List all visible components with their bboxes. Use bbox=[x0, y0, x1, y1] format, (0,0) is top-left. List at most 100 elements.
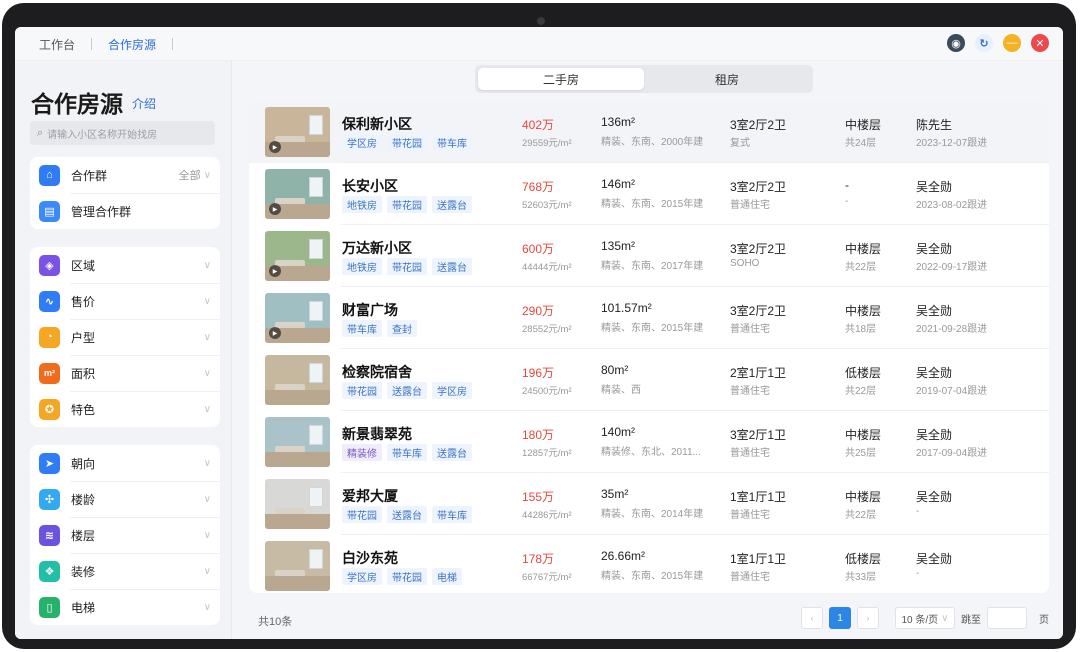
sidebar-item-manage-group[interactable]: ▤ 管理合作群 bbox=[30, 193, 220, 229]
listing-name[interactable]: 爱邦大厦 bbox=[342, 486, 398, 506]
photo-window bbox=[309, 301, 323, 321]
listing-area: 80m² bbox=[601, 363, 629, 377]
sidebar-item-group[interactable]: ⌂ 合作群 全部 ∨ bbox=[30, 157, 220, 193]
play-icon[interactable]: ▶ bbox=[269, 203, 281, 215]
floor-level: 中楼层 bbox=[845, 428, 882, 442]
photo-window bbox=[309, 363, 323, 383]
listing-photo[interactable]: ▶ bbox=[265, 231, 330, 281]
feature-tag: 地铁房 bbox=[342, 258, 382, 275]
listing-area: 140m² bbox=[601, 425, 636, 439]
filter-label: 楼龄 bbox=[71, 492, 96, 507]
listing-name[interactable]: 长安小区 bbox=[342, 176, 398, 196]
refresh-icon[interactable]: ↻ bbox=[975, 34, 993, 52]
listing-name[interactable]: 白沙东苑 bbox=[342, 548, 398, 568]
filter-area[interactable]: m² 面积 ∨ bbox=[30, 355, 220, 391]
listing-name[interactable]: 万达新小区 bbox=[342, 238, 412, 258]
listing-photo[interactable] bbox=[265, 479, 330, 529]
listing-name[interactable]: 保利新小区 bbox=[342, 114, 412, 134]
chevron-down-icon: ∨ bbox=[203, 457, 211, 469]
listing-row[interactable]: 爱邦大厦 带花园 送露台 带车库 155万 44286元/m² 35m² 精装、东南、2014… bbox=[249, 473, 1049, 535]
feature-tag: 电梯 bbox=[432, 568, 462, 585]
play-icon[interactable]: ▶ bbox=[269, 141, 281, 153]
page-size-select[interactable]: 10 条/页 ∨ bbox=[895, 607, 955, 629]
listing-area: 135m² bbox=[601, 239, 636, 253]
listing-photo[interactable]: ▶ bbox=[265, 293, 330, 343]
page-title: 合作房源 bbox=[31, 91, 123, 117]
listing-row[interactable]: ▶ 万达新小区 地铁房 带花园 送露台 600万 44444元/m² 135m² 精装、东南、2… bbox=[249, 225, 1049, 287]
filter-district[interactable]: ◈ 区域 ∨ bbox=[30, 247, 220, 283]
main-content: 二手房 租房 ▶ 保利新小区 学区房 带花园 带车库 402万 29559元/m² 136m²… bbox=[232, 61, 1063, 639]
group-manage-icon: ▤ bbox=[39, 200, 60, 222]
listing-row[interactable]: ▶ 保利新小区 学区房 带花园 带车库 402万 29559元/m² 136m² 精装、东南、2… bbox=[249, 101, 1049, 163]
feature-tag: 送露台 bbox=[387, 506, 427, 523]
filter-price[interactable]: ∿ 售价 ∨ bbox=[30, 283, 220, 319]
feature-tag: 带车库 bbox=[387, 444, 427, 461]
play-icon[interactable]: ▶ bbox=[269, 327, 281, 339]
filter-card-primary: ◈ 区域 ∨ ∿ 售价 ∨ ◔ 户型 ∨ m² 面积 ∨ ✪ 特色 ∨ bbox=[30, 247, 220, 427]
unit-price: 29559元/m² bbox=[522, 138, 572, 149]
tab-rental[interactable]: 租房 bbox=[644, 68, 810, 90]
floor-level: 低楼层 bbox=[845, 366, 882, 380]
agent-name: 吴全勋 bbox=[916, 242, 953, 256]
page-unit-label: 页 bbox=[1039, 614, 1049, 626]
decoration-info: 精装、东南、2015年建 bbox=[601, 199, 704, 210]
listing-row[interactable]: ▶ 长安小区 地铁房 带花园 送露台 768万 52603元/m² 146m² 精装、东南、20… bbox=[249, 163, 1049, 225]
unit-price: 28552元/m² bbox=[522, 324, 572, 335]
total-count: 共10条 bbox=[258, 616, 293, 628]
listing-photo[interactable] bbox=[265, 417, 330, 467]
sidebar-item-label: 合作群 bbox=[71, 168, 108, 183]
globe-icon[interactable]: ◉ bbox=[947, 34, 965, 52]
listing-area: 26.66m² bbox=[601, 549, 646, 563]
play-icon[interactable]: ▶ bbox=[269, 265, 281, 277]
total-floors: 共22层 bbox=[845, 386, 877, 397]
filter-orientation[interactable]: ➤ 朝向 ∨ bbox=[30, 445, 220, 481]
decoration-info: 精装、东南、2014年建 bbox=[601, 509, 704, 520]
listing-row[interactable]: 检察院宿舍 带花园 送露台 学区房 196万 24500元/m² 80m² 精装、西 2室1厅1… bbox=[249, 349, 1049, 411]
listing-row[interactable]: 新景翡翠苑 精装修 带车库 送露台 180万 12857元/m² 140m² 精装修、东北、2… bbox=[249, 411, 1049, 473]
next-page-button[interactable]: › bbox=[857, 607, 879, 629]
listing-row[interactable]: 白沙东苑 学区房 带花园 电梯 178万 66767元/m² 26.66m² 精装、东南、20… bbox=[249, 535, 1049, 593]
filter-building-age[interactable]: ✣ 楼龄 ∨ bbox=[30, 481, 220, 517]
listing-name[interactable]: 新景翡翠苑 bbox=[342, 424, 412, 444]
filter-elevator[interactable]: ▯ 电梯 ∨ bbox=[30, 589, 220, 625]
nav-cooperative-listings[interactable]: 合作房源 bbox=[108, 36, 156, 53]
nav-workbench[interactable]: 工作台 bbox=[39, 36, 75, 53]
filter-decoration[interactable]: ❖ 装修 ∨ bbox=[30, 553, 220, 589]
app-window: 工作台 合作房源 ◉ ↻ — ✕ 合作房源 介绍 ⌕ 请输入小区名称开始找房 ⌂… bbox=[15, 27, 1063, 639]
close-icon[interactable]: ✕ bbox=[1031, 34, 1049, 52]
feature-tag: 学区房 bbox=[342, 134, 382, 151]
filter-floor[interactable]: ≋ 楼层 ∨ bbox=[30, 517, 220, 553]
listing-photo[interactable] bbox=[265, 541, 330, 591]
page-number-button[interactable]: 1 bbox=[829, 607, 851, 629]
feature-tag: 学区房 bbox=[432, 382, 472, 399]
listing-price: 402万 bbox=[522, 118, 555, 132]
listing-name[interactable]: 检察院宿舍 bbox=[342, 362, 412, 382]
agent-name: 吴全勋 bbox=[916, 366, 953, 380]
listing-area: 101.57m² bbox=[601, 301, 652, 315]
listing-price: 196万 bbox=[522, 366, 555, 380]
agent-name: 陈先生 bbox=[916, 118, 953, 132]
feature-tag: 学区房 bbox=[342, 568, 382, 585]
chevron-down-icon: ∨ bbox=[203, 367, 211, 379]
search-input[interactable]: ⌕ 请输入小区名称开始找房 bbox=[30, 121, 215, 145]
intro-link[interactable]: 介绍 bbox=[132, 95, 156, 112]
filter-label: 区域 bbox=[71, 258, 96, 273]
unit-price: 44444元/m² bbox=[522, 262, 572, 273]
listing-row[interactable]: ▶ 财富广场 带车库 查封 290万 28552元/m² 101.57m² 精装、东南、201… bbox=[249, 287, 1049, 349]
listing-photo[interactable]: ▶ bbox=[265, 107, 330, 157]
prev-page-button[interactable]: ‹ bbox=[801, 607, 823, 629]
listing-photo[interactable]: ▶ bbox=[265, 169, 330, 219]
agent-name: 吴全勋 bbox=[916, 552, 953, 566]
total-floors: 共25层 bbox=[845, 448, 877, 459]
minimize-icon[interactable]: — bbox=[1003, 34, 1021, 52]
floor-level: - bbox=[845, 178, 849, 192]
photo-window bbox=[309, 487, 323, 507]
page-jump-input[interactable] bbox=[987, 607, 1027, 629]
filter-feature[interactable]: ✪ 特色 ∨ bbox=[30, 391, 220, 427]
listing-photo[interactable] bbox=[265, 355, 330, 405]
floor-level: 中楼层 bbox=[845, 490, 882, 504]
tab-second-hand[interactable]: 二手房 bbox=[478, 68, 644, 90]
filter-layout[interactable]: ◔ 户型 ∨ bbox=[30, 319, 220, 355]
decoration-info: 精装、东南、2015年建 bbox=[601, 571, 704, 582]
listing-name[interactable]: 财富广场 bbox=[342, 300, 398, 320]
